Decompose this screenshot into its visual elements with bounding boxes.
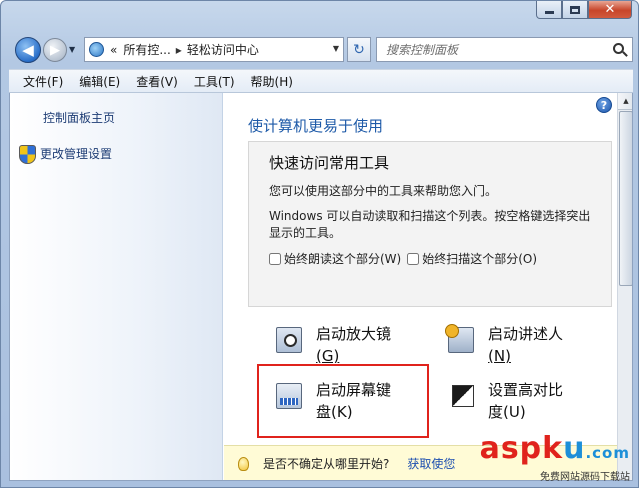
quick-access-title: 快速访问常用工具 [269,154,390,172]
magnifier-shortcut: (G) [316,347,340,365]
narrator-shortcut: (N) [488,347,511,365]
minimize-icon [544,11,554,14]
set-high-contrast-link[interactable]: 设置高对比度(U) [452,379,563,423]
main-panel: ? 使计算机更易于使用 快速访问常用工具 您可以使用这部分中的工具来帮助您入门。… [224,93,632,480]
search-input[interactable] [386,42,596,57]
vertical-scrollbar[interactable]: ▲ [617,93,632,480]
breadcrumb-separator[interactable]: ▸ [176,43,182,57]
quick-access-panel: 快速访问常用工具 您可以使用这部分中的工具来帮助您入门。 Windows 可以自… [248,141,612,307]
forward-button[interactable]: ▶ [43,38,67,62]
forward-arrow-icon: ▶ [50,42,60,58]
sidebar-item-home[interactable]: 控制面板主页 [43,109,115,126]
menu-tools[interactable]: 工具(T) [186,73,243,90]
tip-text: 是否不确定从哪里开始? [263,457,390,471]
back-button[interactable]: ◀ [15,37,41,63]
close-icon: ✕ [604,1,616,17]
page-title: 使计算机更易于使用 [248,117,384,135]
navigation-bar: ◀ ▶ ▼ « 所有控... ▸ 轻松访问中心 ▼ ↻ [9,33,633,67]
menu-file[interactable]: 文件(F) [15,73,71,90]
magnifier-icon [276,327,302,353]
quick-access-instructions: Windows 可以自动读取和扫描这个列表。按空格键选择突出显示的工具。 [269,209,591,240]
contrast-label: 设置高对比 [488,381,564,399]
maximize-icon [570,5,580,14]
lightbulb-icon [238,456,249,471]
help-icon[interactable]: ? [596,97,612,113]
close-button[interactable]: ✕ [588,1,632,19]
refresh-icon: ↻ [353,41,365,58]
breadcrumb-prefix[interactable]: « [110,43,117,57]
menu-view[interactable]: 查看(V) [128,73,186,90]
control-panel-icon [89,42,104,57]
high-contrast-icon [452,385,474,407]
breadcrumb-parent[interactable]: 所有控... [123,41,170,58]
back-arrow-icon: ◀ [22,41,34,59]
highlight-box [257,364,429,438]
scrollbar-thumb[interactable] [619,111,632,286]
start-narrator-link[interactable]: 启动讲述人 (N) [445,323,564,367]
shield-icon [19,145,36,164]
address-bar[interactable]: « 所有控... ▸ 轻松访问中心 ▼ [84,37,344,62]
magnifier-label: 启动放大镜 [316,325,392,343]
menu-bar: 文件(F) 编辑(E) 查看(V) 工具(T) 帮助(H) [9,69,633,93]
minimize-button[interactable] [536,1,562,19]
search-box[interactable] [376,37,633,62]
maximize-button[interactable] [562,1,588,19]
content-area: 控制面板主页 更改管理设置 ? 使计算机更易于使用 快速访问常用工具 您可以使用… [9,93,633,481]
menu-help[interactable]: 帮助(H) [243,73,301,90]
chevron-down-icon: ▼ [69,45,76,54]
always-read-label[interactable]: 始终朗读这个部分(W) [284,250,401,267]
always-scan-label[interactable]: 始终扫描这个部分(O) [422,250,537,267]
always-read-option[interactable]: 始终朗读这个部分(W) [269,250,401,267]
contrast-label-continued: 度(U) [488,403,526,421]
refresh-button[interactable]: ↻ [347,37,371,62]
history-dropdown[interactable]: ▼ [69,45,79,55]
search-icon[interactable] [613,43,624,54]
menu-edit[interactable]: 编辑(E) [71,73,128,90]
window-frame: ✕ ◀ ▶ ▼ « 所有控... ▸ 轻松访问中心 ▼ ↻ 文件(F) 编辑(E… [0,0,639,488]
narrator-label: 启动讲述人 [488,325,564,343]
always-read-checkbox[interactable] [269,252,281,265]
scroll-up-button[interactable]: ▲ [618,93,632,110]
start-magnifier-link[interactable]: 启动放大镜 (G) [276,323,391,367]
narrator-icon [445,324,474,353]
quick-access-options: 始终朗读这个部分(W) 始终扫描这个部分(O) [269,250,543,267]
always-scan-option[interactable]: 始终扫描这个部分(O) [407,250,537,267]
breadcrumb-current[interactable]: 轻松访问中心 [187,41,259,58]
sidebar-item-label: 更改管理设置 [40,147,113,161]
sidebar-item-admin-settings[interactable]: 更改管理设置 [19,145,113,164]
quick-access-description: 您可以使用这部分中的工具来帮助您入门。 [269,184,498,198]
tip-link[interactable]: 获取使您 [407,455,455,472]
always-scan-checkbox[interactable] [407,252,420,265]
address-dropdown-icon[interactable]: ▼ [333,44,339,53]
caption-buttons: ✕ [536,1,632,19]
tip-bar: 是否不确定从哪里开始? 获取使您 [224,445,632,480]
sidebar: 控制面板主页 更改管理设置 [10,93,223,480]
